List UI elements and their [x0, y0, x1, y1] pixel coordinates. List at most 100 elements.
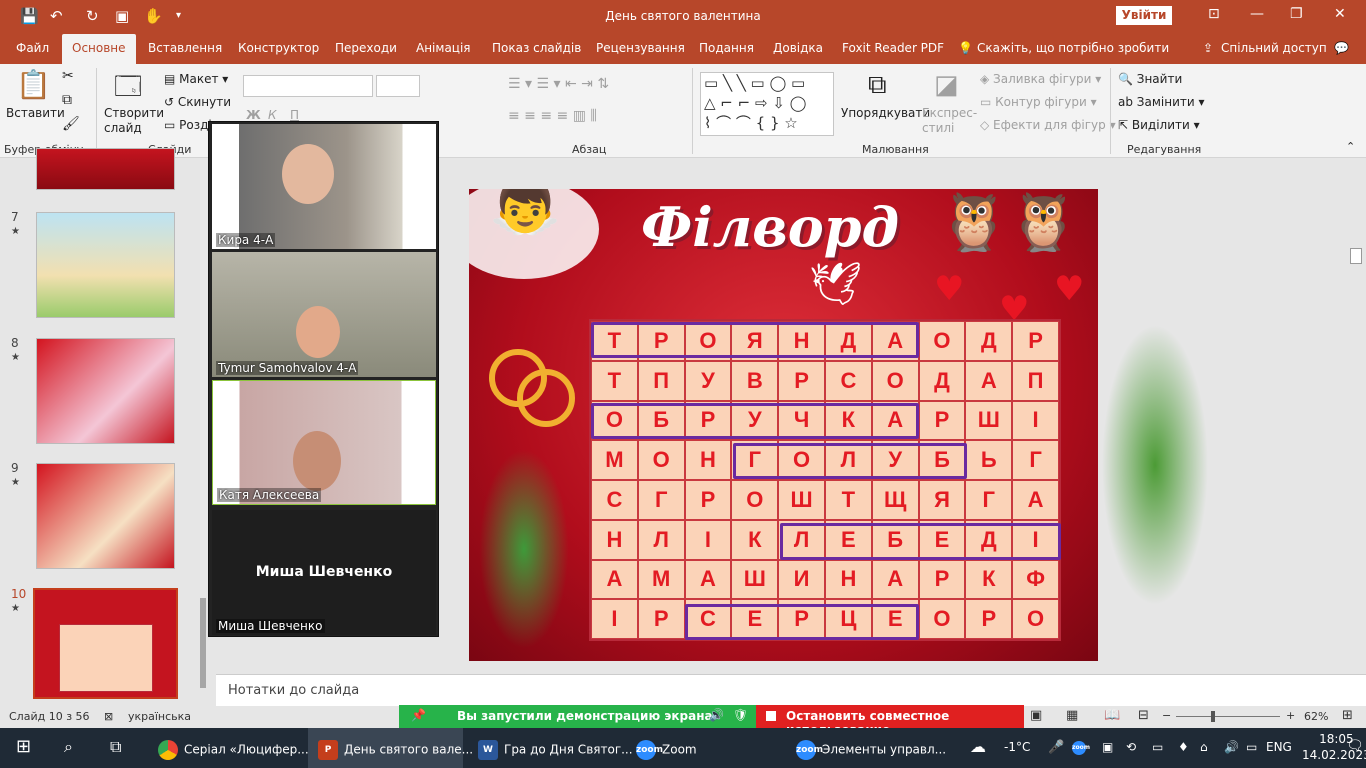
paste-icon[interactable]: 📋	[16, 68, 51, 101]
volume-icon[interactable]: 🔊	[1224, 728, 1239, 768]
comments-icon[interactable]: 💬	[1334, 41, 1349, 55]
arrange-button[interactable]: Упорядкувати	[841, 106, 930, 120]
animation-star-icon: ★	[11, 352, 20, 363]
battery-icon[interactable]: ▭	[1246, 728, 1257, 768]
shapes-gallery[interactable]: ▭ ╲ ╲ ▭ ◯ ▭ △ ⌐ ⌐ ⇨ ⇩ ◯ ⌇ ⌒ ⌒ { } ☆	[700, 72, 834, 136]
slide-thumbnail-8[interactable]	[36, 338, 175, 444]
zoom-slider[interactable]	[1176, 716, 1280, 717]
tab-help[interactable]: Довідка	[773, 41, 823, 55]
stop-sharing-button[interactable]: Остановить совместное использование	[756, 705, 1024, 737]
tray-app-icon[interactable]: ⟲	[1126, 728, 1136, 768]
tab-foxit[interactable]: Foxit Reader PDF	[842, 41, 944, 55]
slide-thumbnail-7[interactable]	[36, 212, 175, 318]
zoom-level[interactable]: 62%	[1304, 710, 1328, 723]
close-icon[interactable]: ✕	[1334, 6, 1346, 22]
taskbar-app-word[interactable]: W Гра до Дня Святог...	[478, 728, 633, 768]
tray-app-icon[interactable]: ▣	[1102, 728, 1113, 768]
participant-name: Tymur Samohvalov 4-А	[216, 361, 359, 375]
tab-review[interactable]: Рецензування	[596, 41, 685, 55]
task-view-icon[interactable]: ⧉	[110, 728, 121, 768]
bold-icon[interactable]: Ж	[246, 108, 261, 122]
taskbar-app-zoom-controls[interactable]: zoomЭлементы управл...	[796, 728, 946, 768]
audio-icon[interactable]: 🔊	[709, 708, 724, 722]
shape-fill-button[interactable]: ◈ Заливка фігури ▾	[980, 72, 1101, 86]
slide-sorter-icon[interactable]: ▦	[1066, 708, 1078, 723]
normal-view-icon[interactable]: ▣	[1030, 708, 1042, 723]
title-bar: 💾 ↶ ↻ ▣ ✋ ▾ День святого валентина Увійт…	[0, 0, 1366, 32]
copy-icon[interactable]: ⧉	[62, 92, 72, 108]
zoom-slider-thumb[interactable]	[1211, 711, 1215, 722]
tab-view[interactable]: Подання	[699, 41, 754, 55]
input-language[interactable]: ENG	[1266, 728, 1292, 768]
slide-thumbnail-10-selected[interactable]	[33, 588, 178, 699]
select-button[interactable]: ⇱ Виділити ▾	[1118, 118, 1200, 132]
tray-app-icon[interactable]: ▭	[1152, 728, 1163, 768]
windows-start-icon[interactable]: ⊞	[16, 728, 31, 768]
shape-outline-button[interactable]: ▭ Контур фігури ▾	[980, 95, 1097, 109]
underline-icon[interactable]: П	[290, 108, 299, 122]
bullets-icon[interactable]: ☰ ▾ ☰ ▾ ⇤ ⇥ ⇅	[508, 76, 609, 92]
tab-insert[interactable]: Вставлення	[148, 41, 222, 55]
slideshow-icon[interactable]: ⊟	[1138, 708, 1149, 723]
weather-temp[interactable]: -1°C	[1004, 728, 1030, 768]
shape-effects-button[interactable]: ◇ Ефекти для фігур ▾	[980, 118, 1116, 132]
maximize-icon[interactable]: ❐	[1290, 6, 1303, 22]
arrange-icon[interactable]: ⧉	[868, 70, 887, 101]
ribbon-display-icon[interactable]: ⊡	[1208, 6, 1220, 22]
reset-button[interactable]: ↺ Скинути	[164, 95, 231, 109]
share-button[interactable]: Спільний доступ	[1221, 41, 1327, 55]
tab-transitions[interactable]: Переходи	[335, 41, 397, 55]
tab-slideshow[interactable]: Показ слайдів	[492, 41, 581, 55]
cut-icon[interactable]: ✂	[62, 68, 74, 84]
participant-video[interactable]: Кира 4-А	[212, 124, 436, 249]
slide-thumbnail-6[interactable]	[36, 148, 175, 190]
minimize-icon[interactable]: —	[1250, 6, 1264, 22]
find-button[interactable]: 🔍 Знайти	[1118, 72, 1182, 86]
network-icon[interactable]: ⌂	[1200, 728, 1208, 768]
tab-home[interactable]: Основне	[62, 34, 136, 64]
tray-zoom-icon[interactable]: zoom	[1072, 728, 1092, 768]
notes-pane[interactable]: Нотатки до слайда	[216, 674, 1366, 706]
spellcheck-icon[interactable]: ⊠	[104, 710, 113, 723]
collapse-ribbon-icon[interactable]: ⌃	[1346, 140, 1355, 153]
replace-button[interactable]: ab Замінити ▾	[1118, 95, 1205, 109]
notifications-icon[interactable]: 🗨	[1346, 728, 1364, 768]
taskbar-app-chrome[interactable]: Серіал «Люцифер...	[158, 728, 309, 768]
italic-icon[interactable]: К	[268, 108, 277, 122]
new-slide-button[interactable]: Створити слайд	[104, 106, 164, 136]
tell-me-search[interactable]: Скажіть, що потрібно зробити	[977, 41, 1169, 55]
participant-video-active-speaker[interactable]: Катя Алексеева	[212, 380, 436, 505]
participant-video-off[interactable]: Миша Шевченко Миша Шевченко	[212, 510, 436, 635]
slide-thumbnail-9[interactable]	[36, 463, 175, 569]
zoom-video-panel[interactable]: Кира 4-А Tymur Samohvalov 4-А Катя Алекс…	[208, 121, 439, 637]
zoom-out-icon[interactable]: −	[1162, 709, 1171, 722]
font-name-input[interactable]	[243, 75, 373, 97]
quick-styles-icon[interactable]: ◪	[934, 70, 959, 100]
microphone-icon[interactable]: 🎤	[1048, 728, 1064, 768]
tab-animation[interactable]: Анімація	[416, 41, 471, 55]
editor-scrollbar[interactable]	[1348, 158, 1366, 673]
grid-cell: Д	[918, 360, 966, 401]
participant-video[interactable]: Tymur Samohvalov 4-А	[212, 252, 436, 377]
font-size-input[interactable]	[376, 75, 420, 97]
layout-button[interactable]: ▤ Макет ▾	[164, 72, 228, 86]
taskbar-app-powerpoint[interactable]: P День святого вале...	[308, 728, 473, 768]
reading-view-icon[interactable]: 📖	[1104, 708, 1120, 723]
tray-app-icon[interactable]: ♦	[1178, 728, 1189, 768]
align-icons[interactable]: ≡ ≡ ≡ ≡ ▥ ⫼	[508, 108, 597, 124]
search-icon[interactable]: ⌕	[64, 728, 73, 768]
language-indicator[interactable]: українська	[128, 710, 191, 723]
format-painter-icon[interactable]: 🖌	[62, 116, 80, 132]
taskbar-app-zoom[interactable]: zoomZoom	[636, 728, 697, 768]
sign-in-button[interactable]: Увійти	[1116, 6, 1172, 25]
tab-file[interactable]: Файл	[16, 41, 49, 55]
paste-button[interactable]: Вставити	[6, 106, 65, 120]
zoom-in-icon[interactable]: +	[1286, 709, 1295, 722]
weather-icon[interactable]: ☁	[970, 728, 986, 768]
quick-styles-button[interactable]: Експрес-стилі	[922, 106, 977, 136]
sharing-status[interactable]: 📌 Вы запустили демонстрацию экрана 🔊 🛡	[399, 705, 756, 729]
tab-design[interactable]: Конструктор	[238, 41, 319, 55]
share-icon[interactable]: ⇪	[1203, 41, 1213, 55]
fit-to-window-icon[interactable]: ⊞	[1342, 708, 1353, 723]
slide-canvas[interactable]: 👼 🦉🦉 🕊 ♥ ♥ ♥ Філворд ТРОЯНДАОДРТПУВРСОДА…	[469, 189, 1098, 661]
